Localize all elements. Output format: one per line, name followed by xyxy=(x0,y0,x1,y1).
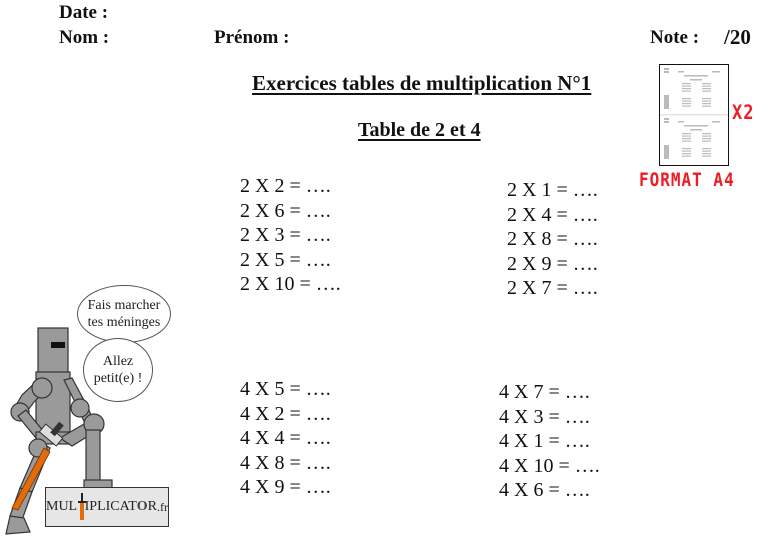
copies-badge: X2 xyxy=(732,101,755,125)
exercise-item: 4 X 3 = …. xyxy=(499,405,590,428)
bubble2-line2: petit(e) ! xyxy=(93,371,143,386)
format-badge: FORMAT A4 xyxy=(639,168,735,191)
bubble1-line2: tes méninges xyxy=(87,315,161,330)
date-label: Date : xyxy=(59,2,109,23)
exercise-item: 2 X 8 = …. xyxy=(507,228,598,251)
exercise-item: 4 X 10 = …. xyxy=(499,454,600,477)
exercise-item: 2 X 4 = …. xyxy=(507,203,598,226)
exercise-item: 2 X 1 = …. xyxy=(507,179,598,201)
page-title: Exercices tables de multiplication N°1 xyxy=(252,71,592,95)
prenom-label: Prénom : xyxy=(214,27,290,48)
logo-text-end: R xyxy=(147,499,157,514)
note-total: /20 xyxy=(724,25,751,49)
logo-sword-icon xyxy=(78,493,87,521)
table2-left-column: 2 X 2 = …. 2 X 6 = …. 2 X 3 = …. 2 X 5 =… xyxy=(240,174,341,297)
multiplicator-logo: MUL IPLICAT O R .fr xyxy=(45,487,169,527)
table2-right-column: 2 X 1 = …. 2 X 4 = …. 2 X 8 = …. 2 X 9 =… xyxy=(507,178,598,301)
exercise-item: 2 X 5 = …. xyxy=(240,248,331,271)
exercise-item: 2 X 6 = …. xyxy=(240,199,331,222)
logo-text-middle: IPLICAT xyxy=(84,499,137,514)
page-subtitle: Table de 2 et 4 xyxy=(358,119,481,141)
exercise-item: 4 X 7 = …. xyxy=(499,381,590,403)
exercise-item: 4 X 2 = …. xyxy=(240,402,331,425)
preview-image xyxy=(660,68,728,159)
exercise-item: 4 X 6 = …. xyxy=(499,479,590,502)
worksheet-preview-thumbnail xyxy=(659,64,729,166)
nom-label: Nom : xyxy=(59,27,110,48)
speech-bubble-1: Fais marcher tes méninges xyxy=(77,285,171,343)
table4-right-column: 4 X 7 = …. 4 X 3 = …. 4 X 1 = …. 4 X 10 … xyxy=(499,380,600,503)
exercise-item: 4 X 1 = …. xyxy=(499,430,590,453)
exercise-item: 4 X 8 = …. xyxy=(240,451,331,474)
exercise-item: 2 X 10 = …. xyxy=(240,273,341,296)
logo-text-start: MUL xyxy=(46,499,78,514)
table4-left-column: 4 X 5 = …. 4 X 2 = …. 4 X 4 = …. 4 X 8 =… xyxy=(240,377,331,500)
exercise-item: 2 X 3 = …. xyxy=(240,224,331,247)
speech-bubble-2: Allez petit(e) ! xyxy=(83,338,153,402)
knight-helmet xyxy=(37,327,69,374)
exercise-item: 4 X 5 = …. xyxy=(240,378,331,400)
exercise-item: 4 X 9 = …. xyxy=(240,476,331,499)
exercise-item: 2 X 2 = …. xyxy=(240,175,331,197)
logo-text-o: O xyxy=(136,499,148,514)
logo-tld: .fr xyxy=(157,499,168,514)
bubble2-line1: Allez xyxy=(102,354,134,369)
exercise-item: 4 X 4 = …. xyxy=(240,427,331,450)
exercise-item: 2 X 9 = …. xyxy=(507,252,598,275)
exercise-item: 2 X 7 = …. xyxy=(507,277,598,300)
note-label: Note : xyxy=(650,27,700,48)
bubble1-line1: Fais marcher xyxy=(87,298,161,313)
